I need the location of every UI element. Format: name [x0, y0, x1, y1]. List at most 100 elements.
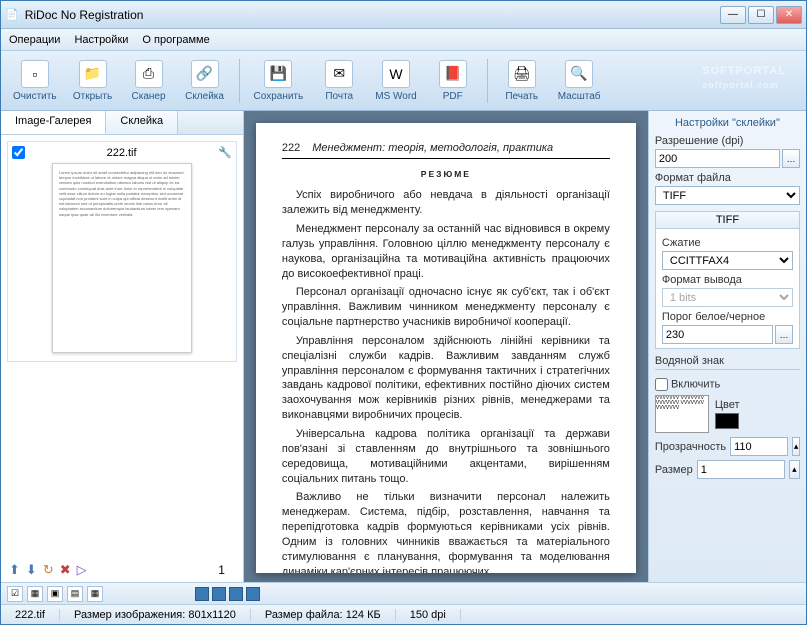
opacity-spin[interactable]: ▴ — [792, 437, 800, 456]
zoom-actual-icon[interactable] — [229, 587, 243, 601]
word-button[interactable]: WMS Word — [369, 58, 423, 104]
thumbnail-item[interactable]: 222.tif 🔧 Lorem ipsum dolor sit amet con… — [7, 141, 237, 362]
page-number: 1 — [218, 563, 225, 577]
paragraph: Персонал організації одночасно існує як … — [282, 285, 610, 330]
content-area: Image-Галерея Склейка 222.tif 🔧 Lorem ip… — [1, 111, 806, 582]
size-spin[interactable]: ▴ — [789, 460, 800, 479]
status-dpi: 150 dpi — [396, 609, 461, 621]
paragraph: Успіх виробничого або невдача в діяльнос… — [282, 188, 610, 218]
paragraph: Менеджмент персоналу за останній час від… — [282, 222, 610, 281]
save-button[interactable]: 💾Сохранить — [248, 58, 310, 104]
folder-open-icon: 📁 — [79, 60, 107, 88]
statusbar: 222.tif Размер изображения: 801x1120 Раз… — [1, 604, 806, 624]
color-swatch[interactable] — [715, 413, 739, 429]
mail-icon: ✉ — [325, 60, 353, 88]
open-button[interactable]: 📁Открыть — [67, 58, 119, 104]
paragraph: Важливо не тільки визначити персонал нал… — [282, 490, 610, 573]
tab-gallery[interactable]: Image-Галерея — [1, 111, 106, 134]
paragraph: Управління персоналом здійснюють лінійні… — [282, 334, 610, 423]
print-icon: 🖨 — [508, 60, 536, 88]
opacity-label: Прозрачность — [655, 441, 726, 453]
resolution-more-button[interactable]: … — [782, 149, 800, 168]
menu-about[interactable]: О программе — [142, 34, 209, 46]
window-controls: — ☐ ✕ — [720, 6, 802, 24]
format-label: Формат файла — [655, 172, 800, 184]
zoom-custom-icon[interactable] — [246, 587, 260, 601]
menubar: Операции Настройки О программе — [1, 29, 806, 51]
output-label: Формат вывода — [662, 274, 793, 286]
panel-title: Настройки "склейки" — [655, 115, 800, 131]
minimize-button[interactable]: — — [720, 6, 746, 24]
close-button[interactable]: ✕ — [776, 6, 802, 24]
zoom-icon: 🔍 — [565, 60, 593, 88]
watermark-section-label: Водяной знак — [655, 355, 800, 367]
stitch-icon: 🔗 — [191, 60, 219, 88]
threshold-input[interactable] — [662, 325, 773, 344]
include-checkbox[interactable] — [655, 378, 668, 391]
page-title: Менеджмент: теорія, методологія, практик… — [312, 141, 553, 156]
stitch-button[interactable]: 🔗Склейка — [179, 58, 231, 104]
page-number-text: 222 — [282, 141, 300, 156]
watermark-preview: VVVVVVV VVVVVVV VVVVVVV VVVVVVV VVVVVVV — [655, 395, 709, 433]
zoom-width-icon[interactable] — [212, 587, 226, 601]
watermark-overlay: SOFTPORTALsoftportal.com — [702, 57, 786, 90]
center-panel: 222 Менеджмент: теорія, методологія, пра… — [244, 111, 648, 582]
paragraph: Універсальна кадрова політика організаці… — [282, 427, 610, 486]
nav-rotate-icon[interactable]: ↻ — [43, 562, 54, 578]
scanner-button[interactable]: ⎙Сканер — [123, 58, 175, 104]
window-title: RiDoc No Registration — [19, 8, 720, 22]
pdf-button[interactable]: 📕PDF — [427, 58, 479, 104]
threshold-label: Порог белое/черное — [662, 311, 793, 323]
view-checkbox-icon[interactable]: ☑ — [7, 586, 23, 602]
format-select[interactable]: TIFF — [655, 186, 800, 205]
view-list-icon[interactable]: ▦ — [27, 586, 43, 602]
menu-settings[interactable]: Настройки — [74, 34, 128, 46]
right-panel: Настройки "склейки" Разрешение (dpi) … Ф… — [648, 111, 806, 582]
zoom-fit-icon[interactable] — [195, 587, 209, 601]
clear-button[interactable]: ▫Очистить — [7, 58, 63, 104]
print-button[interactable]: 🖨Печать — [496, 58, 548, 104]
titlebar: 📄 RiDoc No Registration — ☐ ✕ — [1, 1, 806, 29]
nav-play-icon[interactable]: ▷ — [77, 562, 87, 578]
app-icon: 📄 — [5, 8, 19, 21]
tab-stitch[interactable]: Склейка — [106, 111, 178, 134]
nav-down-icon[interactable]: ⬇ — [26, 562, 37, 578]
compress-select[interactable]: CCITTFAX4 — [662, 251, 793, 270]
document-preview[interactable]: 222 Менеджмент: теорія, методологія, пра… — [244, 111, 648, 582]
size-input[interactable] — [697, 460, 785, 479]
toolbar-separator — [239, 59, 240, 103]
word-icon: W — [382, 60, 410, 88]
tiff-tab-header[interactable]: TIFF — [656, 212, 799, 229]
status-imgsize: Размер изображения: 801x1120 — [60, 609, 251, 621]
wrench-icon[interactable]: 🔧 — [218, 146, 232, 159]
size-label: Размер — [655, 464, 693, 476]
page-blank-icon: ▫ — [21, 60, 49, 88]
view-detail-icon[interactable]: ▤ — [67, 586, 83, 602]
menu-operations[interactable]: Операции — [9, 34, 60, 46]
nav-up-icon[interactable]: ⬆ — [9, 562, 20, 578]
thumbnail-checkbox[interactable] — [12, 146, 25, 159]
maximize-button[interactable]: ☐ — [748, 6, 774, 24]
thumbnail-image[interactable]: Lorem ipsum dolor sit amet consectetur a… — [52, 163, 192, 353]
compress-label: Сжатие — [662, 237, 793, 249]
zoom-button[interactable]: 🔍Масштаб — [552, 58, 607, 104]
left-panel: Image-Галерея Склейка 222.tif 🔧 Lorem ip… — [1, 111, 244, 582]
left-tabs: Image-Галерея Склейка — [1, 111, 243, 135]
pdf-icon: 📕 — [439, 60, 467, 88]
toolbar-separator — [487, 59, 488, 103]
mail-button[interactable]: ✉Почта — [313, 58, 365, 104]
resume-heading: РЕЗЮМЕ — [282, 169, 610, 180]
thumbnail-nav: ⬆ ⬇ ↻ ✖ ▷ 1 — [1, 558, 243, 582]
center-footer-icons — [189, 587, 266, 601]
footer-bar: ☑ ▦ ▣ ▤ ▦ — [1, 582, 806, 604]
save-icon: 💾 — [264, 60, 292, 88]
status-filesize: Размер файла: 124 КБ — [251, 609, 396, 621]
scanner-icon: ⎙ — [135, 60, 163, 88]
nav-delete-icon[interactable]: ✖ — [60, 562, 71, 578]
resolution-input[interactable] — [655, 149, 780, 168]
threshold-more-button[interactable]: … — [775, 325, 793, 344]
view-grid-icon[interactable]: ▦ — [87, 586, 103, 602]
opacity-input[interactable] — [730, 437, 788, 456]
view-tile-icon[interactable]: ▣ — [47, 586, 63, 602]
include-checkbox-label[interactable]: Включить — [655, 378, 800, 391]
